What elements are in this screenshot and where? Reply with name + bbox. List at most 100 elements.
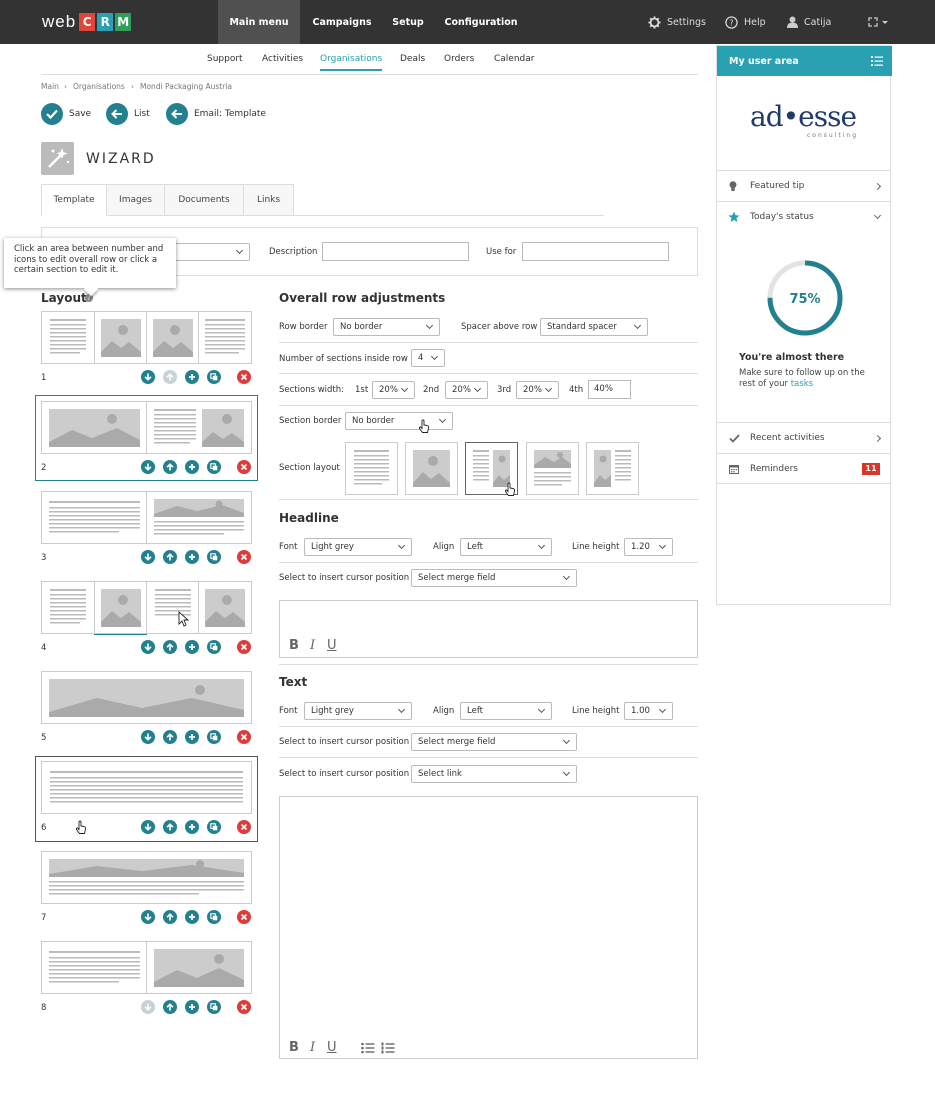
- list-button[interactable]: [106, 103, 128, 125]
- duplicate-row-button[interactable]: [207, 1000, 221, 1014]
- row-section[interactable]: [42, 492, 147, 543]
- move-down-button[interactable]: [141, 460, 155, 474]
- section-layout-image-text[interactable]: [526, 442, 579, 495]
- move-up-button[interactable]: [163, 730, 177, 744]
- layout-row-3[interactable]: [41, 491, 252, 544]
- topnav-configuration[interactable]: Configuration: [438, 0, 524, 44]
- row-section[interactable]: [199, 582, 251, 633]
- tab-template[interactable]: Template: [41, 184, 107, 216]
- add-row-button[interactable]: [185, 550, 199, 564]
- move-down-button[interactable]: [141, 1000, 155, 1014]
- row-section[interactable]: [147, 312, 199, 363]
- section-layout-image[interactable]: [405, 442, 458, 495]
- row-section[interactable]: [42, 762, 251, 813]
- breadcrumb-main[interactable]: Main: [41, 82, 59, 91]
- subnav-deals[interactable]: Deals: [400, 54, 425, 64]
- headline-line-height-select[interactable]: 1.20: [624, 538, 673, 556]
- layout-row-2[interactable]: [41, 401, 252, 454]
- bullet-list-icon[interactable]: [361, 1042, 375, 1054]
- row-section[interactable]: [42, 942, 147, 993]
- section-layout-text[interactable]: [345, 442, 398, 495]
- width-4th-input[interactable]: 40%: [588, 380, 631, 399]
- layout-row-5[interactable]: [41, 671, 252, 724]
- numbered-list-icon[interactable]: [381, 1042, 395, 1054]
- todays-status-item[interactable]: Today's status: [717, 201, 890, 232]
- add-row-button[interactable]: [185, 460, 199, 474]
- layout-row-6[interactable]: [41, 761, 252, 814]
- row-section[interactable]: [147, 582, 199, 633]
- move-up-button[interactable]: [163, 370, 177, 384]
- move-down-button[interactable]: [141, 640, 155, 654]
- duplicate-row-button[interactable]: [207, 550, 221, 564]
- settings-link[interactable]: Settings: [648, 0, 706, 44]
- text-editor[interactable]: [279, 796, 698, 1059]
- headline-align-select[interactable]: Left: [460, 538, 552, 556]
- row-section[interactable]: [199, 312, 251, 363]
- tab-documents[interactable]: Documents: [164, 184, 244, 216]
- email-template-label[interactable]: Email: Template: [194, 109, 266, 119]
- tab-links[interactable]: Links: [243, 184, 294, 216]
- width-2nd-select[interactable]: 20%: [445, 381, 488, 399]
- user-menu[interactable]: Catija: [787, 0, 831, 44]
- bold-button[interactable]: B: [289, 638, 299, 653]
- topnav-campaigns[interactable]: Campaigns: [306, 0, 378, 44]
- delete-row-button[interactable]: [237, 370, 251, 384]
- add-row-button[interactable]: [185, 1000, 199, 1014]
- row-border-select[interactable]: No border: [333, 318, 440, 336]
- row-section[interactable]: [42, 312, 95, 363]
- move-down-button[interactable]: [141, 730, 155, 744]
- list-label[interactable]: List: [134, 109, 150, 119]
- add-row-button[interactable]: [185, 370, 199, 384]
- row-section[interactable]: [95, 582, 147, 633]
- row-number[interactable]: 2: [41, 463, 46, 473]
- row-section[interactable]: [42, 672, 251, 723]
- subnav-activities[interactable]: Activities: [262, 54, 303, 64]
- topnav-setup[interactable]: Setup: [384, 0, 432, 44]
- layout-row-1[interactable]: [41, 311, 252, 364]
- move-up-button[interactable]: [163, 460, 177, 474]
- subnav-organisations[interactable]: Organisations: [320, 54, 383, 71]
- featured-tip-item[interactable]: Featured tip: [717, 170, 890, 201]
- duplicate-row-button[interactable]: [207, 730, 221, 744]
- move-up-button[interactable]: [163, 640, 177, 654]
- help-link[interactable]: ? Help: [725, 0, 766, 44]
- headline-editor[interactable]: [279, 600, 698, 658]
- italic-button[interactable]: I: [310, 638, 315, 653]
- layout-row-8[interactable]: [41, 941, 252, 994]
- add-row-button[interactable]: [185, 820, 199, 834]
- row-number[interactable]: 1: [41, 373, 46, 383]
- fullscreen-toggle[interactable]: [868, 0, 894, 44]
- spacer-above-select[interactable]: Standard spacer: [540, 318, 648, 336]
- row-section[interactable]: [147, 492, 251, 543]
- move-up-button[interactable]: [163, 550, 177, 564]
- row-section[interactable]: [147, 942, 251, 993]
- tab-images[interactable]: Images: [106, 184, 165, 216]
- app-logo[interactable]: web C R M: [42, 12, 133, 32]
- delete-row-button[interactable]: [237, 820, 251, 834]
- row-number[interactable]: 7: [41, 913, 46, 923]
- template-type-select[interactable]: [170, 243, 250, 261]
- text-merge-field-select[interactable]: Select merge field: [411, 733, 577, 751]
- move-up-button[interactable]: [163, 820, 177, 834]
- move-down-button[interactable]: [141, 370, 155, 384]
- text-link-select[interactable]: Select link: [411, 765, 577, 783]
- section-border-select[interactable]: No border: [345, 412, 453, 430]
- move-up-button[interactable]: [163, 910, 177, 924]
- row-number[interactable]: 6: [41, 823, 46, 833]
- headline-font-select[interactable]: Light grey: [304, 538, 412, 556]
- tasks-link[interactable]: tasks: [791, 379, 813, 389]
- row-number[interactable]: 3: [41, 553, 46, 563]
- duplicate-row-button[interactable]: [207, 910, 221, 924]
- row-number[interactable]: 4: [41, 643, 46, 653]
- move-down-button[interactable]: [141, 910, 155, 924]
- delete-row-button[interactable]: [237, 1000, 251, 1014]
- move-down-button[interactable]: [141, 820, 155, 834]
- bold-button[interactable]: B: [289, 1040, 299, 1055]
- italic-button[interactable]: I: [310, 1040, 315, 1055]
- text-font-select[interactable]: Light grey: [304, 702, 412, 720]
- section-layout-image-left-text[interactable]: [586, 442, 639, 495]
- delete-row-button[interactable]: [237, 640, 251, 654]
- width-1st-select[interactable]: 20%: [372, 381, 415, 399]
- duplicate-row-button[interactable]: [207, 370, 221, 384]
- layout-row-7[interactable]: [41, 851, 252, 904]
